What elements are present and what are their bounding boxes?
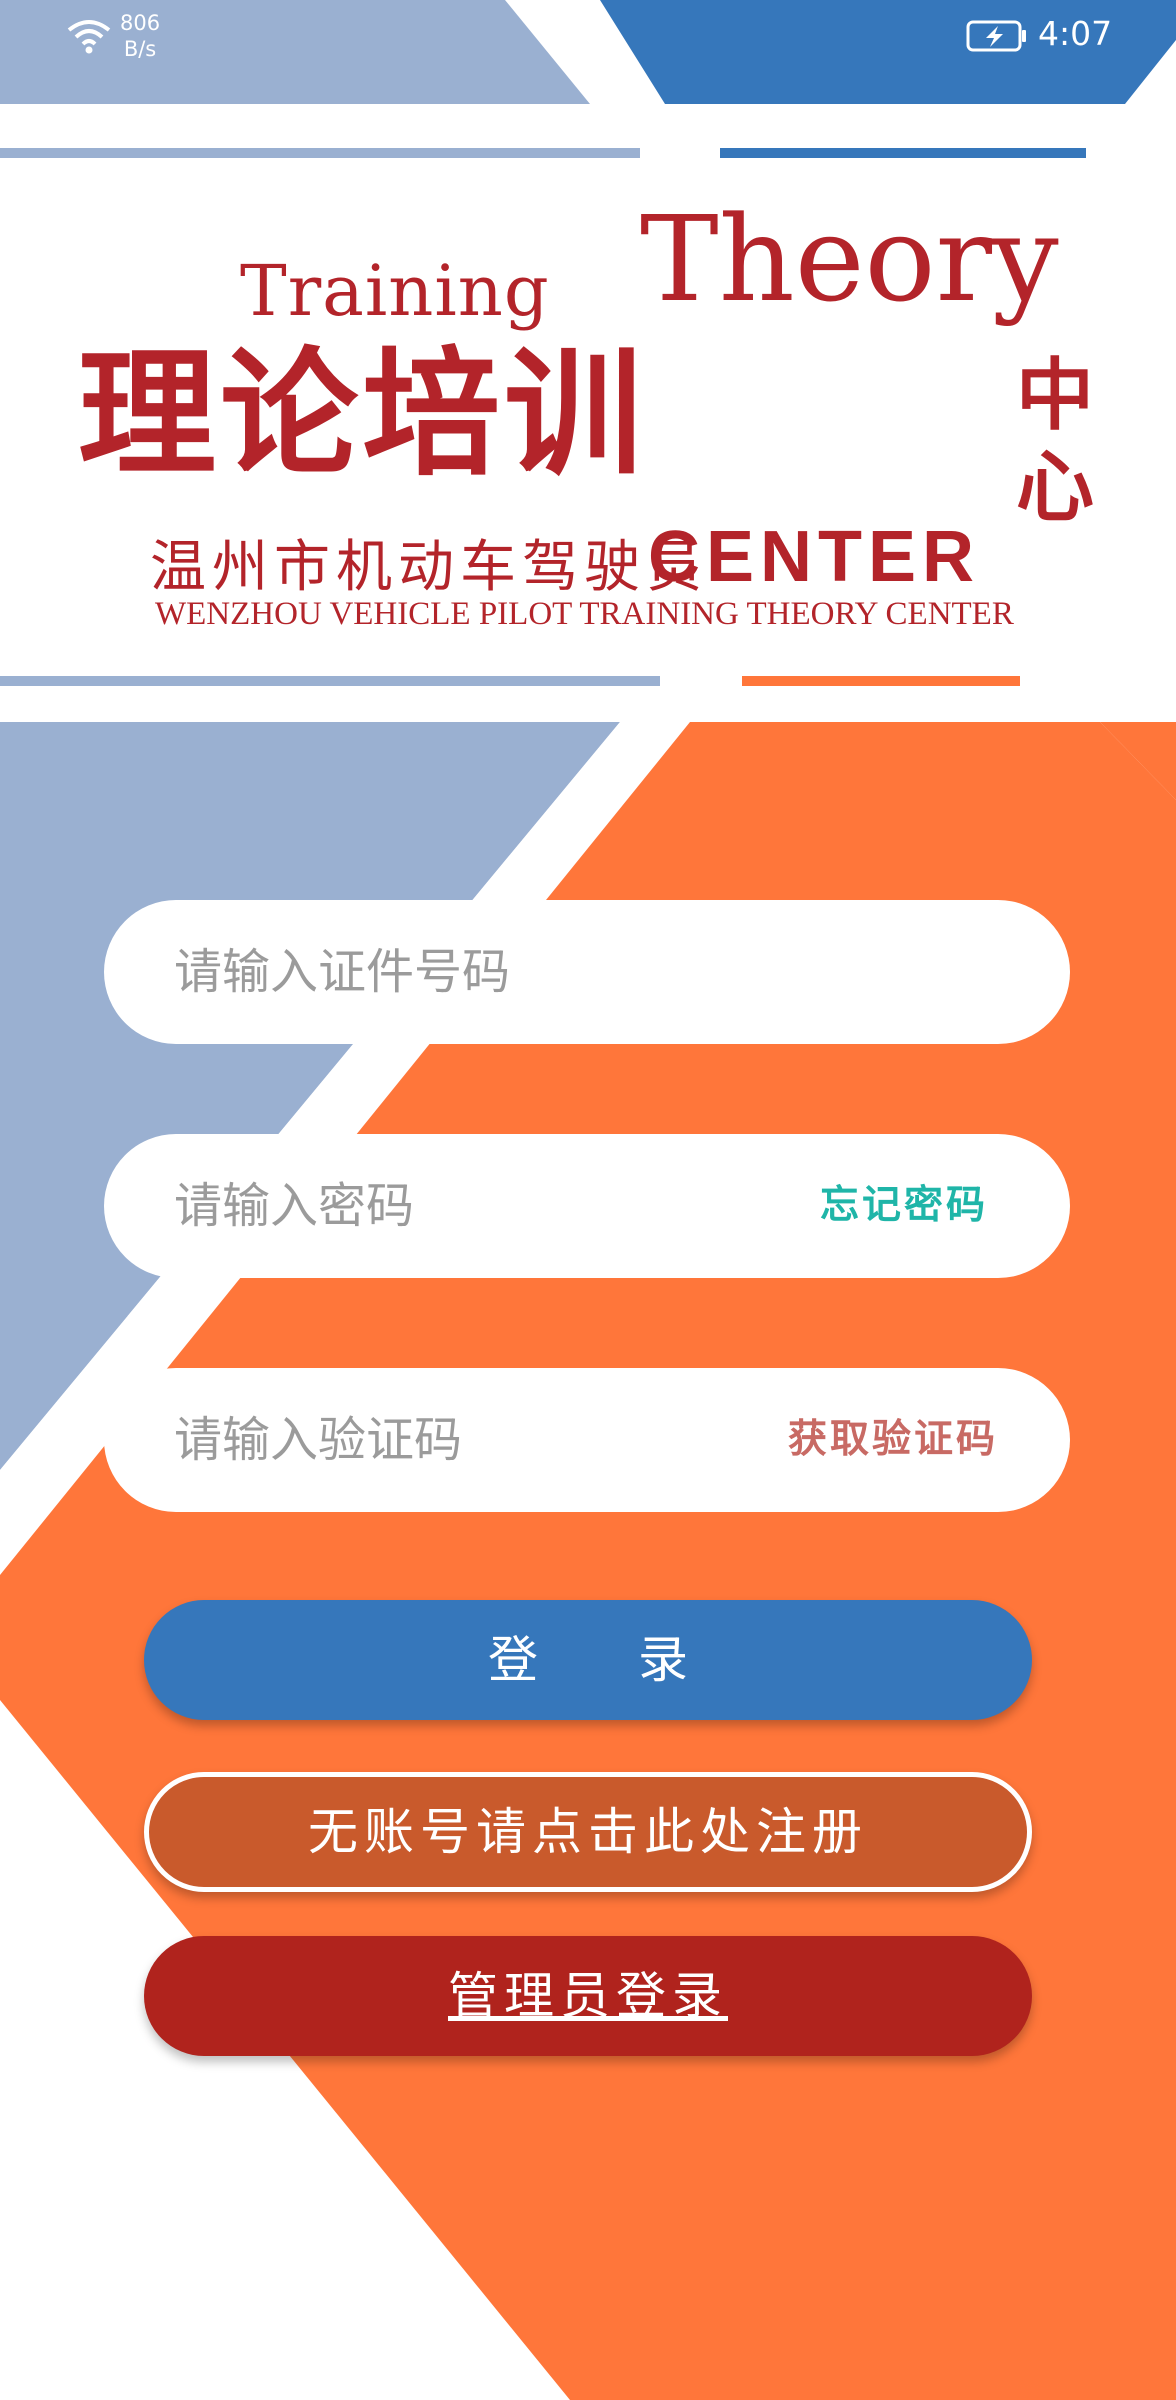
status-bar: 806 B/s 4:07 <box>0 0 1176 104</box>
logo-theory-text: Theory <box>640 190 1059 328</box>
network-speed-unit: B/s <box>123 37 157 61</box>
battery-charging-icon <box>966 20 1026 52</box>
id-number-input[interactable] <box>174 900 774 1044</box>
network-speed: 806 B/s <box>120 10 160 62</box>
logo-training-text: Training <box>240 250 550 332</box>
logo-chinese-side: 中心 <box>1015 351 1094 533</box>
forgot-password-link[interactable]: 忘记密码 <box>820 1134 988 1278</box>
wifi-icon <box>67 20 111 54</box>
verification-code-input[interactable] <box>174 1368 734 1512</box>
logo-center-text: CENTER <box>648 517 981 597</box>
logo-chinese-subtitle: 温州市机动车驾驶员 <box>150 535 708 600</box>
password-input[interactable] <box>174 1134 774 1278</box>
admin-login-button[interactable]: 管理员登录 <box>144 1936 1032 2056</box>
password-field[interactable]: 忘记密码 <box>104 1134 1070 1278</box>
logo-chinese-title: 理论培训 <box>78 334 647 495</box>
login-button[interactable]: 登 录 <box>144 1600 1032 1720</box>
verification-code-field[interactable]: 获取验证码 <box>104 1368 1070 1512</box>
logo-english-fullname: WENZHOU VEHICLE PILOT TRAINING THEORY CE… <box>155 596 1014 632</box>
network-speed-value: 806 <box>120 11 161 35</box>
id-number-field[interactable] <box>104 900 1070 1044</box>
get-code-button[interactable]: 获取验证码 <box>788 1368 998 1512</box>
register-button[interactable]: 无账号请点击此处注册 <box>144 1772 1032 1892</box>
clock: 4:07 <box>1038 14 1113 53</box>
